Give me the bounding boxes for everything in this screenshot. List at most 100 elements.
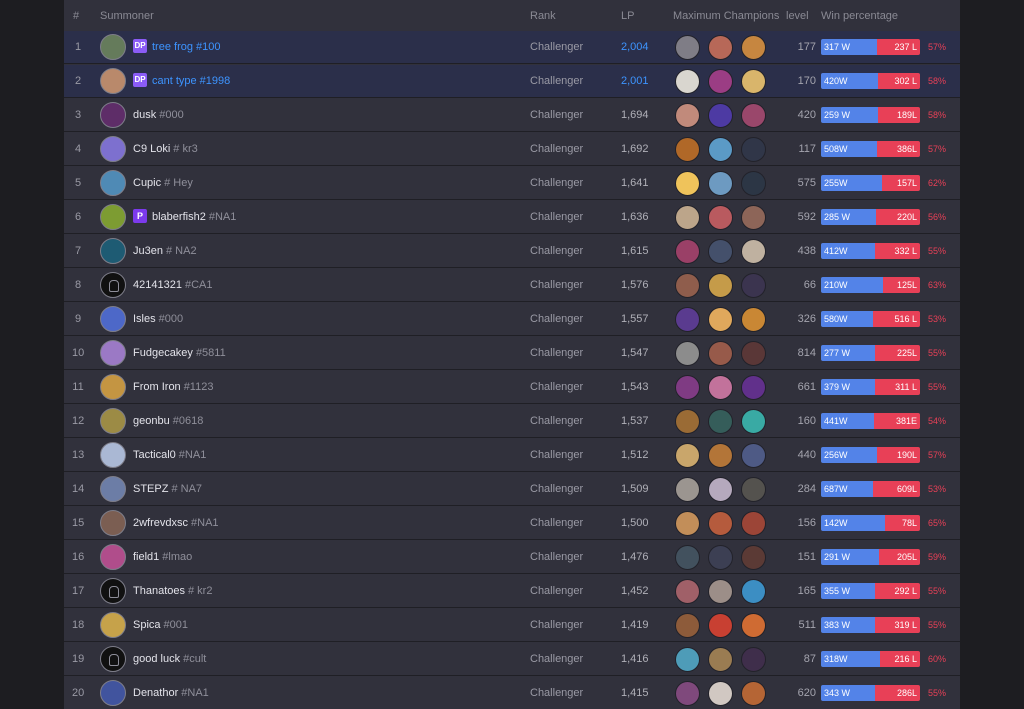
champion-portrait-icon[interactable] (741, 137, 766, 162)
champion-portrait-icon[interactable] (708, 273, 733, 298)
champion-portrait-icon[interactable] (741, 477, 766, 502)
summoner-name[interactable]: blaberfish2 (152, 211, 206, 223)
champion-portrait-icon[interactable] (741, 307, 766, 332)
champion-portrait-icon[interactable] (741, 613, 766, 638)
table-row[interactable]: 18 Spica #001 Challenger 1,419 511 383 W 319 L 5… (64, 609, 960, 642)
summoner-cell[interactable]: dusk #000 (133, 99, 184, 132)
table-row[interactable]: 7 Ju3en # NA2 Challenger 1,615 438 412W 332 L 55… (64, 235, 960, 268)
champion-portrait-icon[interactable] (675, 239, 700, 264)
champion-portrait-icon[interactable] (741, 239, 766, 264)
champion-portrait-icon[interactable] (708, 239, 733, 264)
champion-portrait-icon[interactable] (708, 579, 733, 604)
champion-portrait-icon[interactable] (675, 171, 700, 196)
champion-portrait-icon[interactable] (675, 137, 700, 162)
table-row[interactable]: 2 DP cant type #1998 Challenger 2,001 170 420W 3… (64, 65, 960, 98)
champion-portrait-icon[interactable] (675, 341, 700, 366)
table-row[interactable]: 16 field1 #lmao Challenger 1,476 151 291 W 205L… (64, 541, 960, 574)
champion-portrait-icon[interactable] (708, 205, 733, 230)
table-row[interactable]: 10 Fudgecakey #5811 Challenger 1,547 814 277 W… (64, 337, 960, 370)
table-row[interactable]: 19 good luck #cult Challenger 1,416 87 318W 216… (64, 643, 960, 676)
champion-portrait-icon[interactable] (708, 341, 733, 366)
summoner-cell[interactable]: Tactical0 #NA1 (133, 439, 206, 472)
champion-portrait-icon[interactable] (675, 35, 700, 60)
champion-portrait-icon[interactable] (708, 545, 733, 570)
summoner-name[interactable]: cant type (152, 75, 197, 87)
champion-portrait-icon[interactable] (741, 171, 766, 196)
table-row[interactable]: 12 geonbu #0618 Challenger 1,537 160 441W 381E 5… (64, 405, 960, 438)
table-row[interactable]: 3 dusk #000 Challenger 1,694 420 259 W 189L 58% (64, 99, 960, 132)
champion-portrait-icon[interactable] (741, 375, 766, 400)
summoner-name[interactable]: good luck (133, 653, 180, 665)
summoner-cell[interactable]: Fudgecakey #5811 (133, 337, 226, 370)
summoner-name[interactable]: STEPZ (133, 483, 168, 495)
champion-portrait-icon[interactable] (741, 545, 766, 570)
champion-portrait-icon[interactable] (741, 647, 766, 672)
summoner-name[interactable]: tree frog (152, 41, 193, 53)
summoner-name[interactable]: geonbu (133, 415, 170, 427)
champion-portrait-icon[interactable] (675, 375, 700, 400)
table-row[interactable]: 17 Thanatoes # kr2 Challenger 1,452 165 355 W2… (64, 575, 960, 608)
summoner-cell[interactable]: Isles #000 (133, 303, 183, 336)
champion-portrait-icon[interactable] (741, 511, 766, 536)
table-row[interactable]: 6 Pblaberfish2 #NA1 Challenger 1,636 592 285 W… (64, 201, 960, 234)
champion-portrait-icon[interactable] (675, 681, 700, 706)
summoner-cell[interactable]: 2wfrevdxsc #NA1 (133, 507, 219, 540)
table-row[interactable]: 20 Denathor #NA1 Challenger 1,415 620 343 W 286… (64, 677, 960, 709)
summoner-name[interactable]: dusk (133, 109, 156, 121)
summoner-name[interactable]: field1 (133, 551, 159, 563)
table-row[interactable]: 4 C9 Loki # kr3 Challenger 1,692 117 508W 386L 5… (64, 133, 960, 166)
champion-portrait-icon[interactable] (708, 409, 733, 434)
champion-portrait-icon[interactable] (675, 443, 700, 468)
champion-portrait-icon[interactable] (675, 103, 700, 128)
summoner-name[interactable]: 2wfrevdxsc (133, 517, 188, 529)
champion-portrait-icon[interactable] (675, 511, 700, 536)
summoner-cell[interactable]: Thanatoes # kr2 (133, 575, 212, 608)
table-row[interactable]: 5 Cupic # Hey Challenger 1,641 575 255W 157L 62% (64, 167, 960, 200)
summoner-name[interactable]: Denathor (133, 687, 178, 699)
champion-portrait-icon[interactable] (675, 613, 700, 638)
table-row[interactable]: 11 From Iron #1123 Challenger 1,543 661 379 W3… (64, 371, 960, 404)
champion-portrait-icon[interactable] (708, 171, 733, 196)
champion-portrait-icon[interactable] (708, 511, 733, 536)
summoner-name[interactable]: Spica (133, 619, 161, 631)
champion-portrait-icon[interactable] (708, 443, 733, 468)
summoner-cell[interactable]: Cupic # Hey (133, 167, 193, 200)
champion-portrait-icon[interactable] (675, 579, 700, 604)
summoner-cell[interactable]: C9 Loki # kr3 (133, 133, 198, 166)
table-row[interactable]: 1 DP tree frog #100 Challenger 2,004 177 317 W2… (64, 31, 960, 64)
summoner-cell[interactable]: Pblaberfish2 #NA1 (133, 201, 236, 234)
summoner-cell[interactable]: good luck #cult (133, 643, 206, 676)
summoner-cell[interactable]: 42141321 #CA1 (133, 269, 212, 302)
champion-portrait-icon[interactable] (675, 409, 700, 434)
summoner-name[interactable]: Thanatoes (133, 585, 185, 597)
summoner-cell[interactable]: field1 #lmao (133, 541, 192, 574)
champion-portrait-icon[interactable] (708, 613, 733, 638)
summoner-name[interactable]: Isles (133, 313, 156, 325)
champion-portrait-icon[interactable] (675, 205, 700, 230)
summoner-cell[interactable]: From Iron #1123 (133, 371, 213, 404)
champion-portrait-icon[interactable] (741, 579, 766, 604)
champion-portrait-icon[interactable] (741, 443, 766, 468)
champion-portrait-icon[interactable] (741, 681, 766, 706)
summoner-name[interactable]: From Iron (133, 381, 181, 393)
champion-portrait-icon[interactable] (741, 35, 766, 60)
champion-portrait-icon[interactable] (708, 477, 733, 502)
summoner-name[interactable]: C9 Loki (133, 143, 170, 155)
champion-portrait-icon[interactable] (741, 69, 766, 94)
summoner-cell[interactable]: Spica #001 (133, 609, 188, 642)
champion-portrait-icon[interactable] (708, 137, 733, 162)
summoner-cell[interactable]: Denathor #NA1 (133, 677, 209, 709)
champion-portrait-icon[interactable] (741, 409, 766, 434)
champion-portrait-icon[interactable] (675, 273, 700, 298)
champion-portrait-icon[interactable] (741, 341, 766, 366)
summoner-name[interactable]: Cupic (133, 177, 161, 189)
champion-portrait-icon[interactable] (675, 69, 700, 94)
table-row[interactable]: 14 STEPZ # NA7 Challenger 1,509 284 687W 609L 53… (64, 473, 960, 506)
summoner-cell[interactable]: STEPZ # NA7 (133, 473, 202, 506)
table-row[interactable]: 9 Isles #000 Challenger 1,557 326 580W 516 L 53% (64, 303, 960, 336)
summoner-cell[interactable]: DP tree frog #100 (133, 31, 220, 64)
champion-portrait-icon[interactable] (708, 35, 733, 60)
champion-portrait-icon[interactable] (741, 205, 766, 230)
champion-portrait-icon[interactable] (708, 307, 733, 332)
summoner-name[interactable]: 42141321 (133, 279, 182, 291)
